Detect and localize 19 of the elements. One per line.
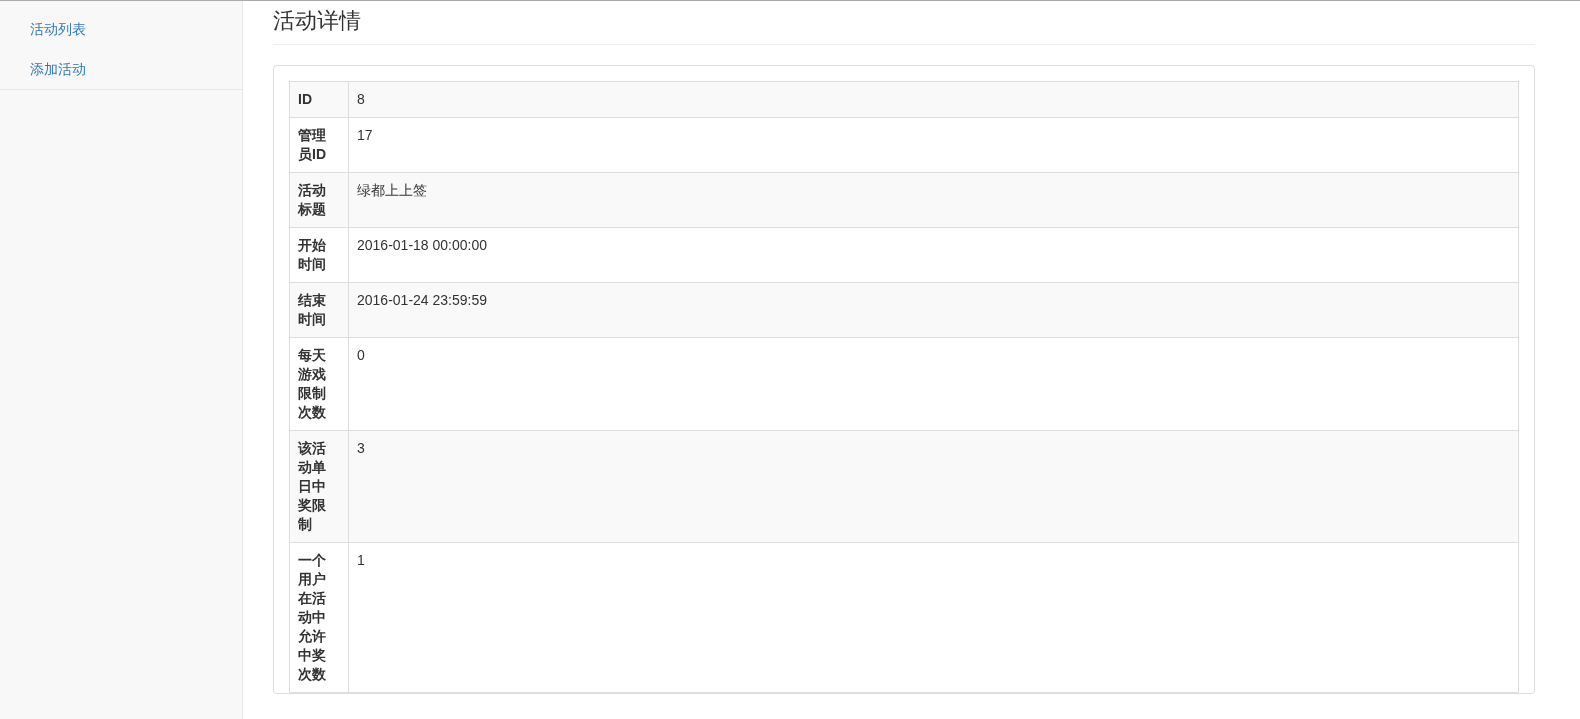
field-label: 每天游戏限制次数 [289,337,349,431]
field-label: 该活动单日中奖限制 [289,430,349,543]
field-value: 1 [348,542,1519,693]
field-label: 结束时间 [289,282,349,338]
sidebar-link[interactable]: 添加活动 [0,49,86,89]
page-title: 活动详情 [273,1,1535,45]
field-label: 管理员ID [289,117,349,173]
field-label: ID [289,81,349,118]
field-label: 活动标题 [289,172,349,228]
field-value: 2016-01-24 23:59:59 [348,282,1519,338]
field-value: 3 [348,430,1519,543]
field-value: 0 [348,337,1519,431]
sidebar-link[interactable]: 活动列表 [0,9,86,49]
field-value: 8 [348,81,1519,118]
field-label: 开始时间 [289,227,349,283]
field-value: 绿都上上签 [348,172,1519,228]
field-value: 2016-01-18 00:00:00 [348,227,1519,283]
field-label: 一个用户在活动中允许中奖次数 [289,542,349,693]
field-value: 17 [348,117,1519,173]
